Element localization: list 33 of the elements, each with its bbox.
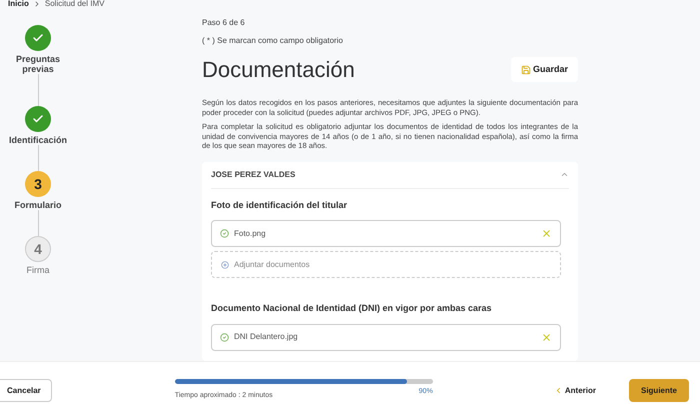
step-label: Formulario: [13, 200, 62, 210]
check-circle-icon: [220, 229, 229, 238]
check-icon: [32, 32, 44, 44]
section-title: Foto de identificación del titular: [211, 198, 348, 212]
check-icon: [32, 113, 44, 125]
check-circle-icon: [220, 332, 229, 342]
collapse-button[interactable]: [560, 170, 569, 179]
next-button[interactable]: Siguiente: [629, 379, 689, 402]
step-label: Firma: [26, 265, 50, 275]
step-label: Preguntas previas: [14, 54, 61, 74]
save-icon: [520, 64, 531, 74]
page-title: Documentación: [202, 56, 355, 84]
step-number: 3: [34, 174, 42, 194]
close-icon: [541, 228, 552, 239]
breadcrumb-link[interactable]: Solicitud del IMV: [44, 0, 104, 8]
attach-button[interactable]: Adjuntar documentos: [211, 251, 561, 278]
remove-button[interactable]: [541, 332, 552, 342]
person-name: JOSE PEREZ VALDES: [211, 168, 296, 180]
file-name: DNI Delantero.jpg: [234, 331, 299, 343]
required-note: ( * ) Se marcan como campo obligatorio: [202, 35, 344, 47]
breadcrumb-link[interactable]: Inicio: [8, 0, 29, 8]
step-label: Identificación: [8, 135, 68, 145]
close-icon: [541, 332, 552, 342]
step-counter: Paso 6 de 6: [202, 17, 246, 29]
cancel-button[interactable]: Cancelar: [0, 379, 52, 402]
remove-button[interactable]: [541, 228, 552, 239]
save-button[interactable]: Guardar: [510, 56, 578, 82]
section-title: Documento Nacional de Identidad (DNI) en vigor por ambas caras: [211, 302, 493, 315]
plus-circle-icon: [221, 260, 229, 268]
step-number: 4: [34, 240, 42, 258]
chevron-up-icon: [560, 170, 569, 179]
file-name: Foto.png: [234, 228, 267, 240]
previous-button[interactable]: Anterior: [554, 384, 596, 396]
